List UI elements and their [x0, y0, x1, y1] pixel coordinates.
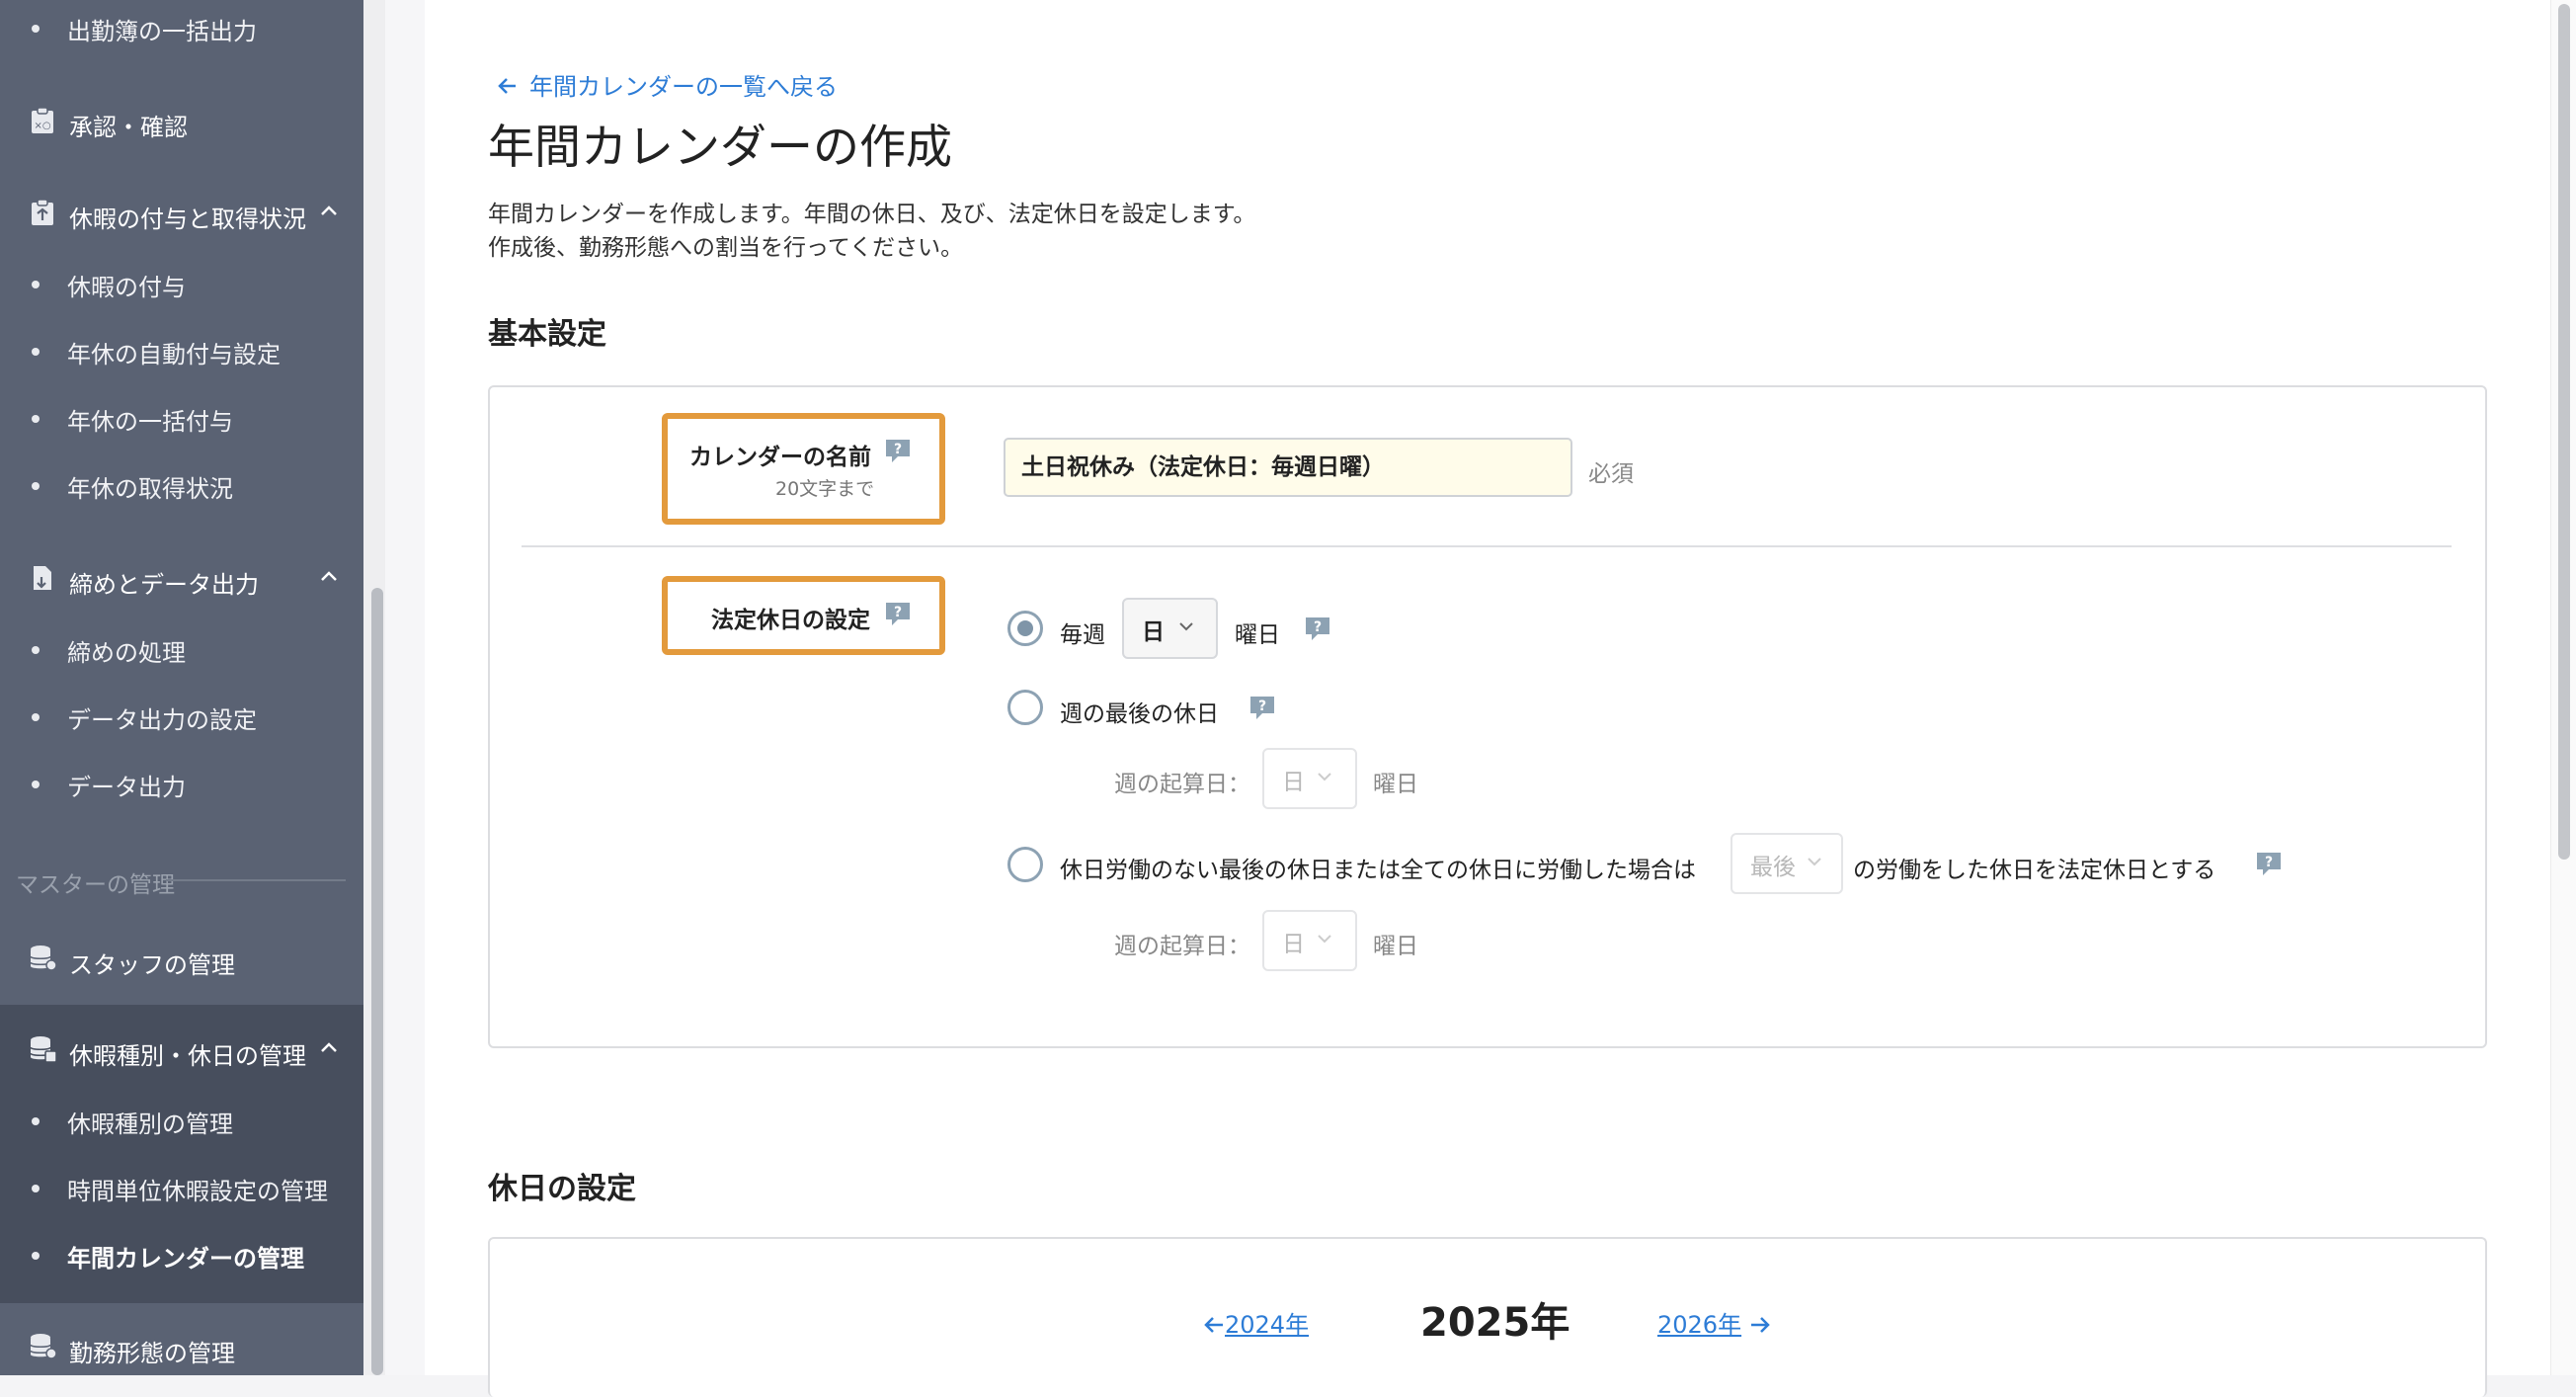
clipboard-approval-icon: ×○ — [32, 107, 53, 133]
radio-no-holiday-work[interactable] — [1007, 847, 1043, 882]
svg-text:?: ? — [2265, 855, 2273, 870]
no-work-suffix: の労働をした休日を法定休日とする — [1853, 858, 2216, 883]
week-start-suffix-2: 曜日 — [1373, 934, 1418, 959]
svg-text:×○: ×○ — [34, 121, 50, 131]
page-title: 年間カレンダーの作成 — [488, 121, 952, 175]
weekly-prefix: 毎週 — [1060, 622, 1105, 648]
database-clock-icon — [30, 1334, 57, 1359]
next-year-link[interactable]: 2026年 — [1657, 1305, 1771, 1340]
help-icon[interactable]: ? — [884, 601, 912, 626]
week-start-label-2: 週の起算日： — [1114, 934, 1250, 959]
chevron-down-icon — [1318, 773, 1331, 781]
calendar-name-input[interactable]: 土日祝休み（法定休日：毎週日曜） — [1004, 438, 1572, 497]
week-start-select-2[interactable]: 日 — [1262, 910, 1357, 971]
week-start-select[interactable]: 日 — [1262, 748, 1357, 809]
svg-text:?: ? — [894, 442, 902, 457]
sidebar-scrollbar-thumb[interactable] — [371, 588, 383, 1375]
chevron-up-icon — [321, 205, 337, 215]
document-export-icon — [34, 566, 51, 590]
chevron-down-icon — [1808, 858, 1821, 866]
help-icon[interactable]: ? — [884, 438, 912, 463]
help-icon[interactable]: ? — [1248, 695, 1276, 720]
no-work-prefix: 休日労働のない最後の休日または全ての休日に労働した場合は — [1060, 858, 1696, 883]
prev-year-link[interactable]: 2024年 — [1203, 1305, 1309, 1340]
last-holiday-label: 週の最後の休日 — [1060, 701, 1219, 727]
svg-text:?: ? — [1314, 619, 1322, 635]
help-icon[interactable]: ? — [2255, 851, 2283, 876]
row-divider — [522, 545, 2452, 547]
page-description-line2: 作成後、勤務形態への割当を行ってください。 — [488, 235, 964, 261]
arrow-right-icon — [1751, 1317, 1770, 1333]
calendar-name-sublabel: 20文字まで — [775, 478, 875, 500]
week-start-suffix: 曜日 — [1373, 772, 1418, 797]
help-icon[interactable]: ? — [1304, 616, 1331, 641]
weekly-day-select[interactable]: 日 — [1122, 598, 1218, 659]
radio-last-holiday[interactable] — [1007, 690, 1043, 725]
holiday-settings-heading: 休日の設定 — [488, 1172, 636, 1206]
page-description-line1: 年間カレンダーを作成します。年間の休日、及び、法定休日を設定します。 — [488, 202, 1256, 227]
back-to-calendar-list-link[interactable]: 年間カレンダーの一覧へ戻る — [498, 67, 838, 102]
svg-text:?: ? — [1258, 698, 1266, 714]
arrow-left-icon — [1204, 1317, 1223, 1333]
svg-text:?: ? — [894, 605, 902, 620]
chevron-down-icon — [1179, 622, 1193, 631]
page-scrollbar-thumb[interactable] — [2558, 4, 2570, 860]
chevron-up-icon — [321, 571, 337, 581]
sidebar-section-divider — [166, 879, 346, 881]
basic-settings-heading: 基本設定 — [488, 317, 606, 352]
required-label: 必須 — [1588, 461, 1634, 487]
arrow-left-icon — [498, 78, 516, 94]
sidebar-section-master: マスターの管理 — [16, 872, 175, 898]
last-select[interactable]: 最後 — [1731, 833, 1843, 894]
database-calendar-icon — [30, 1036, 57, 1063]
week-start-label: 週の起算日： — [1114, 772, 1250, 797]
sidebar: 出勤簿の一括出力 ×○ 承認・確認 休暇の付与と取得状況 休暇の付与 年休の自動… — [0, 0, 363, 1375]
weekly-suffix: 曜日 — [1235, 622, 1280, 648]
radio-weekly[interactable] — [1007, 611, 1043, 646]
chevron-up-icon — [321, 1042, 337, 1052]
legal-holiday-label: 法定休日の設定 — [711, 608, 870, 633]
calendar-name-label: カレンダーの名前 — [689, 445, 871, 470]
database-user-icon — [30, 945, 57, 971]
current-year: 2025年 — [1420, 1300, 1570, 1346]
clipboard-leave-icon — [32, 199, 53, 225]
chevron-down-icon — [1318, 935, 1331, 944]
